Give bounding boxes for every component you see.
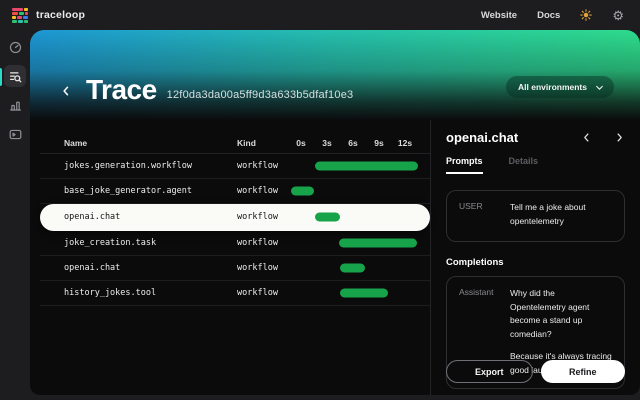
trace-search-icon bbox=[9, 70, 22, 83]
table-row[interactable]: base_joke_generator.agentworkflow bbox=[40, 179, 430, 204]
span-kind: workflow bbox=[237, 161, 288, 171]
span-timeline-track bbox=[288, 231, 418, 255]
span-timeline-track bbox=[288, 281, 418, 305]
span-kind: workflow bbox=[237, 263, 288, 273]
chevron-down-icon bbox=[595, 83, 604, 92]
gauge-icon bbox=[9, 41, 22, 54]
traceloop-logo-icon bbox=[12, 8, 28, 23]
span-kind: workflow bbox=[237, 212, 288, 222]
span-detail-panel: openai.chat Prompts Details bbox=[430, 120, 640, 395]
span-name: jokes.generation.workflow bbox=[64, 161, 237, 171]
left-sidebar bbox=[0, 30, 30, 400]
bar-chart-icon bbox=[9, 99, 22, 112]
completions-section-label: Completions bbox=[446, 257, 625, 268]
time-tick: 9s bbox=[366, 138, 392, 148]
span-title: openai.chat bbox=[446, 130, 518, 145]
brand-name: traceloop bbox=[36, 9, 85, 21]
top-bar: traceloop Website Docs ⚙ bbox=[0, 0, 640, 30]
trace-rows: jokes.generation.workflowworkflowbase_jo… bbox=[40, 154, 430, 306]
completion-paragraph: Why did the Opentelemetry agent become a… bbox=[510, 287, 612, 341]
span-name: openai.chat bbox=[64, 212, 237, 222]
span-name: history_jokes.tool bbox=[64, 288, 237, 298]
prompt-text: Tell me a joke about opentelemetry bbox=[510, 201, 612, 231]
span-kind: workflow bbox=[237, 288, 288, 298]
detail-tabs: Prompts Details bbox=[446, 156, 625, 174]
prompt-role-label: USER bbox=[459, 201, 510, 231]
environment-selector-label: All environments bbox=[518, 82, 587, 92]
sidebar-item-analytics[interactable] bbox=[4, 94, 26, 116]
span-table: Name Kind 0s 3s 6s 9s 12s jokes.generati… bbox=[30, 120, 430, 395]
column-header-name: Name bbox=[64, 138, 237, 148]
tab-details[interactable]: Details bbox=[509, 156, 539, 174]
sidebar-item-dashboard[interactable] bbox=[4, 36, 26, 58]
settings-gear-icon[interactable]: ⚙ bbox=[612, 9, 624, 22]
span-timeline-track bbox=[288, 204, 418, 230]
next-span-button[interactable] bbox=[614, 132, 625, 143]
refine-button[interactable]: Refine bbox=[541, 360, 626, 383]
timeline-axis: 0s 3s 6s 9s 12s bbox=[288, 132, 418, 153]
environment-selector[interactable]: All environments bbox=[506, 76, 614, 98]
terminal-play-icon bbox=[9, 128, 22, 141]
span-timeline-track bbox=[288, 154, 418, 178]
page-title: Trace bbox=[86, 76, 157, 104]
chevron-right-icon bbox=[614, 132, 625, 143]
duration-bar bbox=[340, 264, 365, 273]
tab-prompts[interactable]: Prompts bbox=[446, 156, 483, 174]
table-row[interactable]: openai.chatworkflow bbox=[40, 204, 430, 231]
time-tick: 3s bbox=[314, 138, 340, 148]
sidebar-item-traces[interactable] bbox=[4, 65, 26, 87]
time-tick: 6s bbox=[340, 138, 366, 148]
back-button[interactable] bbox=[60, 85, 72, 97]
duration-bar bbox=[291, 187, 314, 196]
span-name: joke_creation.task bbox=[64, 238, 237, 248]
span-name: base_joke_generator.agent bbox=[64, 186, 237, 196]
span-timeline-track bbox=[288, 256, 418, 280]
duration-bar bbox=[315, 162, 418, 171]
theme-toggle-sun-icon[interactable] bbox=[580, 9, 592, 21]
chevron-left-icon bbox=[60, 85, 72, 97]
main-panel: Trace 12f0da3da00a5ff9d3a633b5dfaf10e3 A… bbox=[30, 30, 640, 395]
time-tick: 0s bbox=[288, 138, 314, 148]
prompt-message-box: USER Tell me a joke about opentelemetry bbox=[446, 190, 625, 242]
website-link[interactable]: Website bbox=[481, 10, 517, 21]
duration-bar bbox=[340, 289, 388, 298]
previous-span-button[interactable] bbox=[581, 132, 592, 143]
sidebar-item-playground[interactable] bbox=[4, 123, 26, 145]
column-header-kind: Kind bbox=[237, 138, 288, 148]
table-row[interactable]: joke_creation.taskworkflow bbox=[40, 231, 430, 256]
table-row[interactable]: openai.chatworkflow bbox=[40, 256, 430, 281]
trace-id: 12f0da3da00a5ff9d3a633b5dfaf10e3 bbox=[167, 89, 354, 101]
span-timeline-track bbox=[288, 179, 418, 203]
duration-bar bbox=[339, 239, 417, 248]
export-button[interactable]: Export bbox=[446, 360, 533, 383]
span-name: openai.chat bbox=[64, 263, 237, 273]
chevron-left-icon bbox=[581, 132, 592, 143]
span-kind: workflow bbox=[237, 186, 288, 196]
duration-bar bbox=[315, 213, 340, 222]
trace-hero-header: Trace 12f0da3da00a5ff9d3a633b5dfaf10e3 A… bbox=[30, 30, 640, 120]
docs-link[interactable]: Docs bbox=[537, 10, 560, 21]
span-table-header: Name Kind 0s 3s 6s 9s 12s bbox=[40, 132, 430, 154]
active-nav-indicator bbox=[0, 68, 2, 86]
time-tick: 12s bbox=[392, 138, 418, 148]
table-row[interactable]: history_jokes.toolworkflow bbox=[40, 281, 430, 306]
table-row[interactable]: jokes.generation.workflowworkflow bbox=[40, 154, 430, 179]
span-kind: workflow bbox=[237, 238, 288, 248]
